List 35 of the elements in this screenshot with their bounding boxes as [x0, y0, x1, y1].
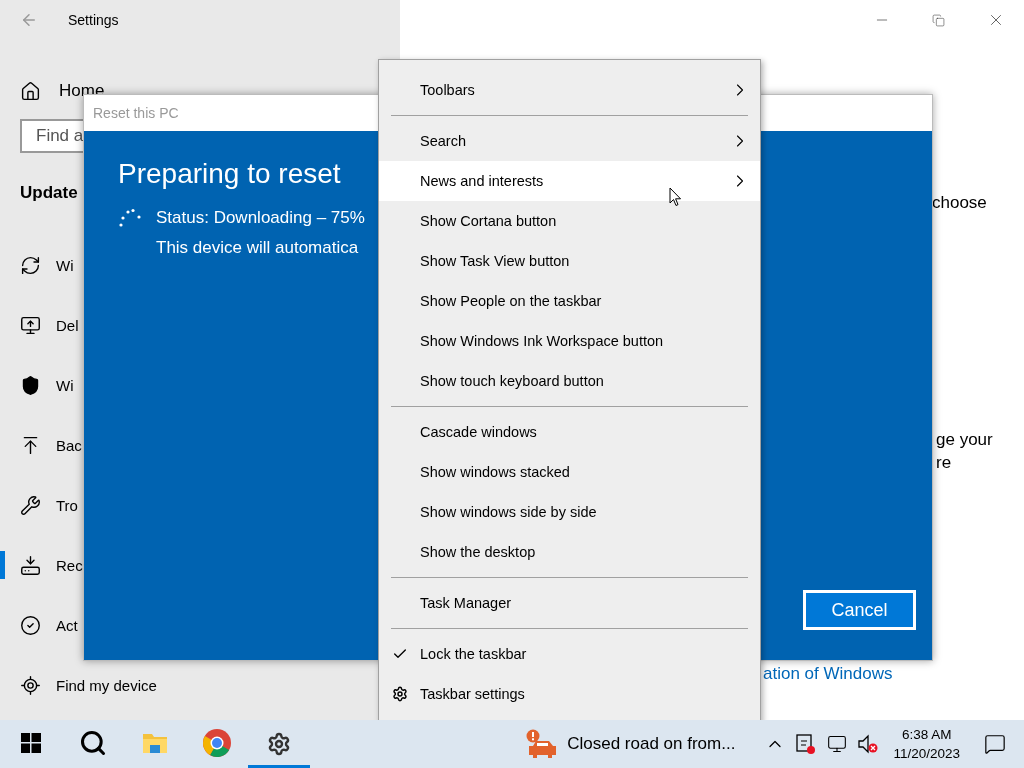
menu-item[interactable]: Toolbars — [379, 70, 760, 110]
sidebar-item[interactable]: Act — [56, 616, 78, 634]
sidebar-item[interactable]: Bac — [56, 436, 82, 454]
menu-item[interactable]: News and interests — [379, 161, 760, 201]
section-heading: Update — [20, 183, 79, 203]
sidebar-item[interactable]: Wi — [56, 256, 74, 274]
body-text: choose — [932, 192, 988, 214]
menu-item[interactable]: Task Manager — [379, 583, 760, 623]
cancel-button[interactable]: Cancel — [803, 590, 916, 630]
sidebar-item[interactable]: Wi — [56, 376, 74, 394]
status-text: Status: Downloading – 75% — [156, 208, 365, 228]
menu-item[interactable]: Show windows side by side — [379, 492, 760, 532]
menu-item[interactable]: Show touch keyboard button — [379, 361, 760, 401]
menu-item[interactable]: Show Task View button — [379, 241, 760, 281]
clock[interactable]: 6:38 AM 11/20/2023 — [893, 725, 960, 763]
menu-item[interactable]: Search — [379, 121, 760, 161]
sidebar-item[interactable]: Tro — [56, 496, 78, 514]
menu-item[interactable]: Show People on the taskbar — [379, 281, 760, 321]
menu-item[interactable]: Show the desktop — [379, 532, 760, 572]
dialog-heading: Preparing to reset — [118, 158, 341, 190]
menu-item[interactable]: Show windows stacked — [379, 452, 760, 492]
sidebar-item[interactable]: Find my device — [56, 676, 157, 694]
news-widget[interactable]: Closed road on from... — [525, 729, 736, 759]
body-text: ge your re — [936, 429, 994, 474]
sidebar-item[interactable]: Rec — [56, 556, 83, 574]
menu-item[interactable]: Show Windows Ink Workspace button — [379, 321, 760, 361]
text-link[interactable]: ation of Windows — [763, 664, 1024, 684]
dialog-title: Reset this PC — [93, 105, 179, 121]
window-title: Settings — [68, 12, 119, 28]
info-text: This device will automatica — [156, 238, 360, 258]
menu-item[interactable]: Taskbar settings — [379, 674, 760, 714]
menu-item[interactable]: Cascade windows — [379, 412, 760, 452]
menu-item[interactable]: Lock the taskbar — [379, 634, 760, 674]
sidebar-item[interactable]: Del — [56, 316, 79, 334]
menu-item[interactable]: Show Cortana button — [379, 201, 760, 241]
